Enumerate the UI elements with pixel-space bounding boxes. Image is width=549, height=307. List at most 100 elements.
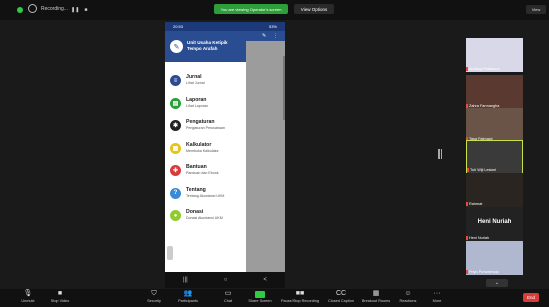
settings-icon: ✱ [170, 120, 181, 131]
drawer-item-subtitle: Tentang Akuntansi UKM [186, 193, 225, 198]
drawer-item-title: Pengaturan [186, 119, 215, 125]
security-button[interactable]: ⛉ Security [139, 289, 169, 307]
drawer-item-bantuan[interactable]: ✚ Bantuan Panduan dan Ebook [165, 160, 246, 182]
pause-icon[interactable]: ❚❚ [71, 7, 79, 13]
participant-name: Tuti Wiji Lestari [470, 168, 496, 172]
participant-name: Rahmat [469, 202, 483, 206]
mic-muted-icon [466, 67, 468, 71]
participant-tile[interactable]: Zahra Farmangha [466, 75, 523, 109]
menu-dots-icon[interactable]: ⋮ [273, 33, 278, 39]
recording-label: Recording... [41, 5, 68, 12]
drawer-item-kalkulator[interactable]: ▦ Kalkulator Membuka Kalkulator [165, 138, 246, 160]
view-options-button[interactable]: View Options [294, 4, 334, 14]
gallery-next-page-button[interactable]: ⌄ [486, 279, 508, 287]
participants-button[interactable]: 👥 Participants [173, 289, 203, 307]
mic-muted-icon [467, 168, 469, 172]
toolbar-button-label: Unmute [21, 299, 35, 303]
gallery-collapse-handle[interactable] [438, 149, 442, 159]
mic-off-icon: 🎙 [23, 290, 33, 297]
drawer-item-title: Jurnal [186, 74, 202, 80]
drawer-item-title: Bantuan [186, 164, 207, 170]
participant-display-name: Heni Nuriah [477, 219, 512, 225]
about-icon: ? [170, 187, 181, 199]
shared-phone-screen: 20:53 53% ✎ ⋮ ✎ Unit Usaha Ketipik Tempo… [165, 22, 285, 288]
drawer-item-title: Kalkulator [186, 141, 212, 148]
unmute-button[interactable]: 🎙 Unmute [13, 289, 43, 307]
drawer-item-subtitle: Lihat Jurnal [186, 81, 205, 85]
view-button[interactable]: View [526, 5, 546, 14]
participant-tile[interactable]: Tuti Wiji Lestari [466, 140, 523, 174]
chat-icon: ▭ [224, 290, 232, 297]
help-icon: ✚ [170, 165, 181, 176]
recording-controls: ❚❚ ■ [71, 7, 87, 13]
participant-name: Priyo Purwatmojo [469, 270, 499, 274]
participant-tile[interactable]: Tasa Fatmawi [466, 108, 523, 142]
drawer-title: Unit Usaha Ketipik Tempo Arafah [187, 40, 228, 51]
toolbar-button-label: Closed Caption [328, 299, 354, 303]
edit-icon[interactable]: ✎ [262, 33, 266, 39]
participant-tile[interactable]: Andang Pratamuri [466, 38, 523, 72]
drawer-item-title: Donasi [186, 209, 204, 215]
video-icon: ■ [57, 290, 63, 297]
drawer-item-donasi[interactable]: ● Donasi Donasi Akuntansi UKM [165, 205, 246, 227]
mic-muted-icon [466, 236, 468, 240]
drawer-item-subtitle: Lihat Laporan [186, 103, 208, 108]
chat-button[interactable]: ▭ Chat [213, 289, 243, 307]
participants-icon: 👥 [183, 290, 193, 297]
meeting-toolbar: 🎙 Unmute ■ Stop Video ⛉ Security 👥 Participants… [0, 289, 549, 307]
shield-icon: ⛉ [151, 290, 157, 297]
drawer-item-tentang[interactable]: ? Tentang Tentang Akuntansi UKM [165, 183, 246, 205]
journal-icon: ≡ [170, 75, 181, 86]
share-screen-button[interactable]: Share Screen [245, 289, 275, 307]
more-icon: ··· [433, 290, 441, 297]
mic-muted-icon [466, 202, 468, 206]
navigation-drawer: ✎ Unit Usaha Ketipik Tempo Arafah ≡ Jurna… [165, 31, 246, 288]
recording-icon: ■■ [295, 290, 305, 297]
top-bar: Recording... ❚❚ ■ You are viewing Operat… [0, 0, 549, 20]
share-banner: You are viewing Operator's screen [214, 4, 288, 14]
breakout-rooms-button[interactable]: ▦ Breakout Rooms [361, 289, 391, 307]
stop-video-button[interactable]: ■ Stop Video [45, 289, 75, 307]
home-icon[interactable]: ○ [224, 277, 228, 283]
pause-stop-recording-button[interactable]: ■■ Pause/Stop Recording [281, 289, 319, 307]
participant-tile[interactable]: Heni Nuriah Heni Nuriah [466, 207, 523, 241]
mic-muted-icon [466, 270, 468, 274]
reactions-button[interactable]: ☺ Reactions [393, 289, 423, 307]
scrollbar[interactable] [283, 56, 285, 120]
end-meeting-button[interactable]: End [523, 293, 539, 302]
drawer-item-subtitle: Donasi Akuntansi UKM [186, 216, 223, 220]
drawer-item-laporan[interactable]: ▤ Laporan Lihat Laporan [165, 93, 246, 115]
recording-indicator: Recording... [28, 4, 68, 13]
drawer-item-title: Laporan [186, 96, 207, 103]
toolbar-button-label: Breakout Rooms [361, 299, 391, 303]
app-background [246, 31, 285, 288]
breakout-icon: ▦ [372, 290, 380, 297]
recent-apps-icon[interactable]: ||| [183, 277, 188, 283]
drawer-item-title: Tentang [186, 186, 206, 193]
status-time: 20:53 [173, 24, 184, 29]
shield-status-icon [17, 7, 23, 13]
status-battery: 53% [268, 24, 277, 29]
drawer-item-jurnal[interactable]: ≡ Jurnal Lihat Jurnal [165, 70, 246, 92]
side-handle[interactable] [167, 246, 173, 260]
participant-tile[interactable]: Priyo Purwatmojo [466, 241, 523, 275]
app-logo-icon: ✎ [170, 40, 183, 53]
closed-caption-button[interactable]: CC Closed Caption [326, 289, 356, 307]
recording-icon [28, 4, 37, 13]
toolbar-button-label: Participants [178, 299, 198, 303]
cc-icon: CC [335, 290, 347, 297]
drawer-item-pengaturan[interactable]: ✱ Pengaturan Pengaturan Perusahaan [165, 115, 246, 137]
toolbar-button-label: Pause/Stop Recording [281, 299, 319, 303]
participant-tile[interactable]: Rahmat [466, 173, 523, 207]
reaction-icon: ☺ [404, 290, 412, 297]
drawer-item-subtitle: Pengaturan Perusahaan [186, 126, 225, 130]
phone-nav-bar: ||| ○ < [165, 272, 285, 288]
more-button[interactable]: ··· More [422, 289, 452, 307]
toolbar-button-label: Security [147, 299, 161, 303]
participant-name: Andang Pratamuri [469, 67, 500, 71]
back-icon[interactable]: < [263, 277, 267, 283]
calculator-icon: ▦ [170, 142, 181, 154]
donate-icon: ● [170, 210, 181, 221]
stop-icon[interactable]: ■ [84, 7, 87, 13]
share-icon [255, 291, 265, 298]
